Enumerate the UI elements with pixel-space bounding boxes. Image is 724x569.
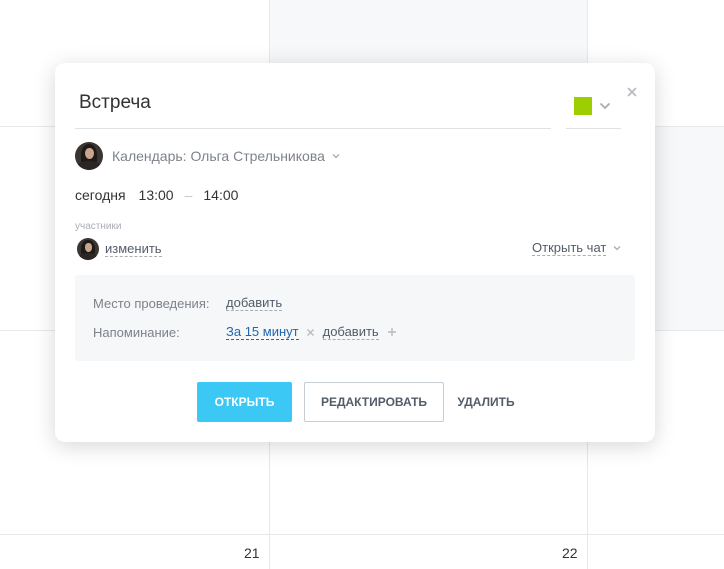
change-participants-link[interactable]: изменить [105, 241, 162, 257]
delete-button[interactable]: УДАЛИТЬ [448, 382, 524, 422]
open-chat-label[interactable]: Открыть чат [532, 240, 607, 256]
location-value: добавить [226, 295, 283, 311]
event-start-time[interactable]: 13:00 [139, 187, 174, 203]
reminder-value: За 15 минут добавить [226, 324, 397, 340]
event-time: сегодня 13:00 – 14:00 [75, 187, 238, 203]
event-date[interactable]: сегодня [75, 187, 126, 203]
event-popup: Календарь: Ольга Стрельникова сегодня 13… [55, 63, 655, 442]
event-title-input[interactable] [75, 81, 551, 125]
add-location-link[interactable]: добавить [226, 295, 283, 311]
open-button[interactable]: ОТКРЫТЬ [197, 382, 292, 422]
time-separator: – [184, 187, 193, 203]
calendar-selector[interactable]: Календарь: Ольга Стрельникова [75, 142, 341, 170]
open-chat-button[interactable]: Открыть чат [532, 240, 622, 256]
participant-avatar [77, 238, 99, 260]
event-details: Место проведения: добавить Напоминание: … [75, 275, 635, 361]
day-number[interactable]: 22 [562, 545, 578, 561]
reminder-chip[interactable]: За 15 минут [226, 324, 299, 340]
chevron-down-icon[interactable] [612, 243, 622, 253]
edit-button[interactable]: РЕДАКТИРОВАТЬ [304, 382, 444, 422]
color-picker[interactable] [566, 83, 621, 129]
chevron-down-icon [599, 102, 611, 109]
participants-label: участники [75, 221, 122, 232]
grid-line [0, 534, 724, 535]
close-icon[interactable] [625, 85, 639, 99]
calendar-label[interactable]: Календарь: Ольга Стрельникова [112, 148, 325, 164]
add-reminder-link[interactable]: добавить [322, 324, 379, 340]
avatar [75, 142, 103, 170]
participants-row: изменить [77, 238, 162, 260]
day-number[interactable]: 21 [244, 545, 260, 561]
color-swatch[interactable] [574, 96, 592, 115]
plus-icon[interactable] [387, 327, 397, 337]
event-end-time[interactable]: 14:00 [203, 187, 238, 203]
reminder-label: Напоминание: [93, 325, 180, 340]
location-label: Место проведения: [93, 296, 210, 311]
event-title-field[interactable] [75, 81, 551, 129]
close-icon[interactable] [306, 328, 315, 337]
chevron-down-icon[interactable] [331, 151, 341, 161]
